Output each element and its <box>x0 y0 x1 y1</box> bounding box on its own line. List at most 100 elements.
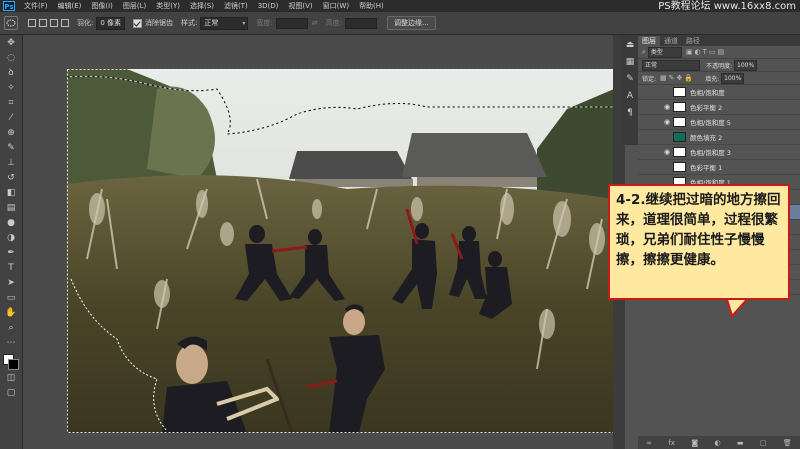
background-color-swatch[interactable] <box>8 359 19 370</box>
tab-channels[interactable]: 通道 <box>660 36 682 46</box>
path-selection-icon[interactable]: ➤ <box>4 277 18 290</box>
style-select[interactable]: 正常 <box>200 16 249 30</box>
blend-mode-select[interactable]: 正常 <box>642 59 700 71</box>
link-icon[interactable]: ∞ <box>646 439 652 447</box>
menu-image[interactable]: 图像(I) <box>86 0 118 12</box>
layer-name[interactable]: 颜色填充 2 <box>690 132 722 142</box>
photoshop-logo: Ps <box>3 1 15 11</box>
history-panel-icon[interactable]: ⏏ <box>623 39 637 52</box>
layer-name[interactable]: 色彩平衡 2 <box>690 102 722 112</box>
screen-mode-icon[interactable]: ▢ <box>4 387 18 400</box>
filter-icons[interactable]: ▣◐T▭▤ <box>686 48 726 56</box>
crop-tool-icon[interactable]: ⌗ <box>4 97 18 110</box>
menu-edit[interactable]: 编辑(E) <box>53 0 87 12</box>
type-tool-icon[interactable]: T <box>4 262 18 275</box>
opacity-input[interactable]: 100% <box>734 59 758 71</box>
blur-tool-icon[interactable]: ● <box>4 217 18 230</box>
more-tools-icon[interactable]: ⋯ <box>4 337 18 350</box>
history-brush-icon[interactable]: ↺ <box>4 172 18 185</box>
add-selection-icon[interactable] <box>39 19 47 27</box>
layer-name[interactable]: 色相/饱和度 <box>690 87 725 97</box>
layer-name[interactable]: 色相/饱和度 3 <box>690 147 731 157</box>
menu-3d[interactable]: 3D(D) <box>253 0 284 12</box>
adjustment-icon[interactable]: ◐ <box>714 439 720 447</box>
fill-input[interactable]: 100% <box>721 72 745 84</box>
new-layer-icon[interactable]: ▢ <box>760 439 767 447</box>
layer-thumbnail <box>673 162 686 172</box>
filter-kind-select[interactable]: 类型 <box>647 46 682 58</box>
tab-paths[interactable]: 路径 <box>682 36 704 46</box>
move-tool-icon[interactable]: ✥ <box>4 37 18 50</box>
height-input[interactable] <box>345 17 377 29</box>
trash-icon[interactable]: 🗑 <box>783 439 792 447</box>
subtract-selection-icon[interactable] <box>50 19 58 27</box>
folder-icon[interactable]: ▬ <box>737 439 744 447</box>
fill-label: 填充: <box>705 75 720 83</box>
visibility-eye-icon[interactable]: ◉ <box>662 102 672 112</box>
magic-wand-icon[interactable]: ✧ <box>4 82 18 95</box>
menu-filter[interactable]: 滤镜(T) <box>219 0 253 12</box>
swap-icon[interactable]: ⇄ <box>312 19 318 27</box>
clone-stamp-icon[interactable]: ⊥ <box>4 157 18 170</box>
visibility-eye-icon[interactable]: ◉ <box>662 87 672 97</box>
menu-help[interactable]: 帮助(H) <box>354 0 389 12</box>
mask-icon[interactable]: ◙ <box>691 439 698 447</box>
layer-name[interactable]: 色彩平衡 1 <box>690 162 722 172</box>
healing-brush-icon[interactable]: ⊕ <box>4 127 18 140</box>
visibility-eye-icon[interactable]: ◉ <box>662 132 672 142</box>
layer-row[interactable]: ◉ 色相/饱和度 3 <box>638 145 800 160</box>
visibility-eye-icon[interactable]: ◉ <box>662 147 672 157</box>
eyedropper-icon[interactable]: ⁄ <box>4 112 18 125</box>
layer-thumbnail <box>673 87 686 97</box>
style-label: 样式: <box>181 19 198 27</box>
feather-input[interactable]: 0 像素 <box>96 16 126 30</box>
quick-mask-icon[interactable]: ◫ <box>4 372 18 385</box>
brush-tool-icon[interactable]: ✎ <box>4 142 18 155</box>
new-selection-icon[interactable] <box>28 19 36 27</box>
layer-row[interactable]: ◉ 颜色填充 2 <box>638 130 800 145</box>
character-panel-icon[interactable]: A <box>623 90 637 103</box>
tab-layers[interactable]: 图层 <box>638 36 660 46</box>
pen-tool-icon[interactable]: ✒ <box>4 247 18 260</box>
layer-thumbnail <box>673 147 686 157</box>
antialias-label: 消除锯齿 <box>145 19 174 27</box>
visibility-eye-icon[interactable]: ◉ <box>662 162 672 172</box>
gradient-tool-icon[interactable]: ▤ <box>4 202 18 215</box>
eraser-tool-icon[interactable]: ◧ <box>4 187 18 200</box>
zoom-tool-icon[interactable]: ⌕ <box>4 322 18 335</box>
opacity-label: 不透明度: <box>706 62 733 70</box>
lock-icons[interactable]: ▦✎✥🔒 <box>660 74 695 82</box>
layer-name[interactable]: 色相/饱和度 5 <box>690 117 731 127</box>
color-swatches[interactable] <box>0 352 22 370</box>
layer-row[interactable]: ◉ 色相/饱和度 5 <box>638 115 800 130</box>
marquee-tool-icon[interactable]: ◌ <box>4 52 18 65</box>
width-input[interactable] <box>275 17 308 29</box>
dodge-tool-icon[interactable]: ◑ <box>4 232 18 245</box>
antialias-checkbox[interactable] <box>133 18 143 28</box>
fx-icon[interactable]: fx <box>668 439 675 447</box>
lasso-tool-icon[interactable]: ꝺ <box>4 67 18 80</box>
menu-type[interactable]: 类型(Y) <box>151 0 185 12</box>
brush-panel-icon[interactable]: ✎ <box>623 73 637 86</box>
refine-edge-button[interactable]: 调整边缘... <box>387 16 436 30</box>
elliptical-marquee-tool-icon[interactable] <box>4 16 18 30</box>
layer-row[interactable]: ◉ 色相/饱和度 <box>638 85 800 100</box>
mini-panel-icons: ⏏ ▦ ✎ A ¶ <box>622 35 638 145</box>
layer-thumbnail <box>673 132 686 142</box>
menu-select[interactable]: 选择(S) <box>185 0 219 12</box>
document-canvas[interactable] <box>23 35 623 449</box>
menu-layer[interactable]: 图层(L) <box>118 0 151 12</box>
hand-tool-icon[interactable]: ✋ <box>4 307 18 320</box>
tools-panel: ✥ ◌ ꝺ ✧ ⌗ ⁄ ⊕ ✎ ⊥ ↺ ◧ ▤ ● ◑ ✒ T ➤ ▭ ✋ ⌕ … <box>0 35 23 449</box>
paragraph-panel-icon[interactable]: ¶ <box>623 107 637 120</box>
layer-row[interactable]: ◉ 色彩平衡 1 <box>638 160 800 175</box>
shape-tool-icon[interactable]: ▭ <box>4 292 18 305</box>
menu-view[interactable]: 视图(V) <box>283 0 317 12</box>
photo-image <box>67 69 614 433</box>
menu-window[interactable]: 窗口(W) <box>318 0 354 12</box>
menu-file[interactable]: 文件(F) <box>19 0 53 12</box>
intersect-selection-icon[interactable] <box>61 19 69 27</box>
visibility-eye-icon[interactable]: ◉ <box>662 117 672 127</box>
swatches-panel-icon[interactable]: ▦ <box>623 56 637 69</box>
layer-row[interactable]: ◉ 色彩平衡 2 <box>638 100 800 115</box>
